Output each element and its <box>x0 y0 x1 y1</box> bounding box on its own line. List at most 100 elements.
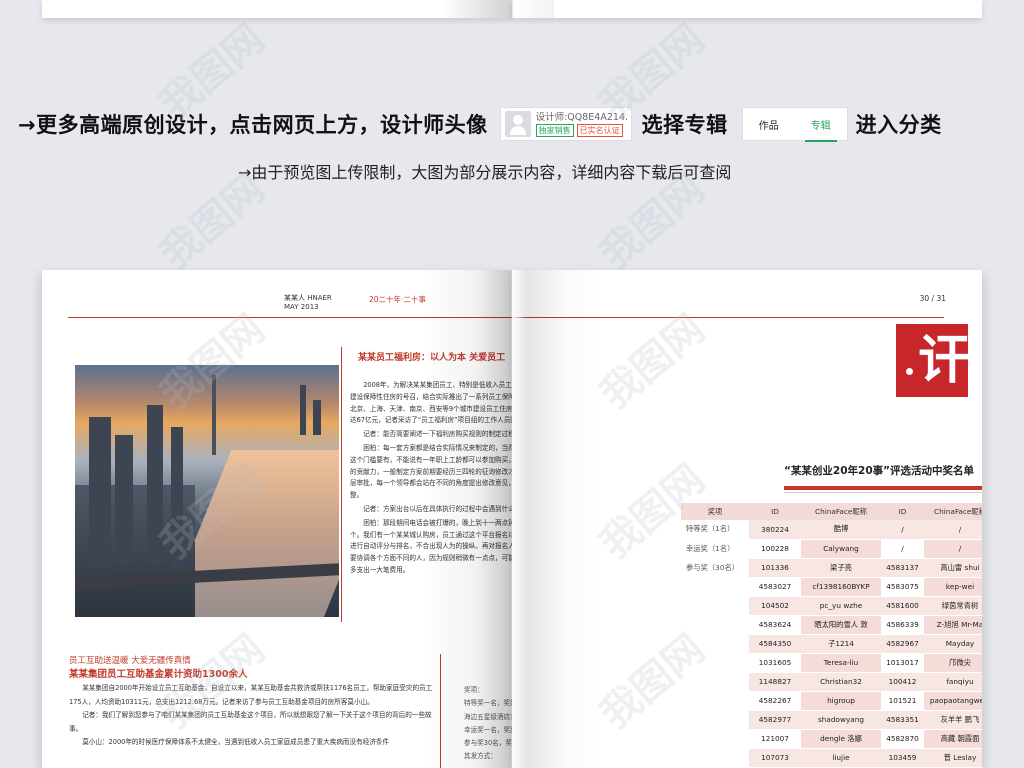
cell-prize <box>681 672 749 692</box>
left-page: 某某人 HNAER MAY 2013 20二十年·二十事 某某员工福利房：以人为… <box>42 270 512 768</box>
right-page: 30 / 31 讦 “某某创业20年20事”评选活动中奖名单 奖项 ID Chi… <box>512 270 982 768</box>
cell-id: 4583624 <box>749 615 801 635</box>
cell-nickname-2: 绿茵常青树 <box>924 596 982 616</box>
cell-id-2: 101521 <box>881 691 924 711</box>
cell-id: 107073 <box>749 748 801 768</box>
cell-nickname: Calywang <box>801 539 881 559</box>
table-row: 4584350 子1214 4582967 Mayday <box>681 634 982 654</box>
header-divider <box>512 317 944 318</box>
instruction-text-3: 进入分类 <box>855 113 942 137</box>
cell-nickname: pc_yu wzhe <box>801 596 881 616</box>
cell-id: 4584350 <box>749 634 801 654</box>
section-paragraph: 莫小山：2000年的时候医疗保障体系不太健全，当遇到低收入员工家庭成员患了重大疾… <box>82 738 390 746</box>
section-body: 某某集团自2000年开始设立员工互助基金，自设立以来，某某互助基金共救济或帮扶1… <box>69 682 434 750</box>
cell-nickname-2: 高藏 朝霞面 <box>924 729 982 749</box>
cell-prize <box>681 577 749 597</box>
tab-works[interactable]: 作品 <box>759 117 779 132</box>
cell-nickname-2: kep-wei <box>924 577 982 597</box>
prize-note: 参与奖30名，奖励海南三亚酒店3晚免费住宿。 <box>464 739 512 748</box>
cell-id-2: 4582870 <box>881 729 924 749</box>
cell-id: 101336 <box>749 558 801 578</box>
photo-tower-6 <box>313 400 321 435</box>
table-row: 4582977 shadowyang 4583351 灰羊羊 鹏飞 <box>681 710 982 730</box>
header-nickname: ChinaFace昵称 <box>801 503 881 520</box>
cell-prize <box>681 615 749 635</box>
cell-id: 4582267 <box>749 691 801 711</box>
cell-id-2: 4583137 <box>881 558 924 578</box>
magazine-issue: MAY 2013 <box>284 303 319 311</box>
cell-id-2: 4583351 <box>881 710 924 730</box>
cell-prize <box>681 596 749 616</box>
table-row: 104502 pc_yu wzhe 4581600 绿茵常青树 <box>681 596 982 616</box>
cell-id-2: 4586339 <box>881 615 924 635</box>
article-paragraph: 困柏：每一套方案都是结合实际情况来制定的，当然最基本的几个条件要有，比如工龄的这… <box>350 443 512 500</box>
cell-prize <box>681 653 749 673</box>
article-paragraph: 记者：能否简要阐述一下福利房购买规则的制定过程？ <box>363 430 512 439</box>
tabs-box: 作品 专辑 <box>741 107 848 142</box>
cell-nickname: liujie <box>801 748 881 768</box>
avatar-icon <box>504 111 531 137</box>
table-row: 4583624 晒太阳的雪人 敦 4586339 Z-旭旭 Mr-Ma <box>681 615 982 635</box>
cell-prize <box>681 634 749 654</box>
header-nickname-2: ChinaFace昵称 <box>924 503 982 520</box>
cell-prize <box>681 729 749 749</box>
badge-sales: 独家销售 <box>535 124 574 137</box>
cell-id-2: 4583075 <box>881 577 924 597</box>
cell-nickname: 子1214 <box>801 634 881 654</box>
header-theme: 20二十年·二十事 <box>369 295 426 304</box>
cell-prize <box>681 748 749 768</box>
previous-right-page <box>512 0 982 18</box>
article-title: 某某员工福利房：以人为本 关爱员工 <box>358 353 506 363</box>
section-title: 员工互助送温暖 大爱无疆传真情 <box>69 656 191 666</box>
logo-dot <box>906 368 913 375</box>
designer-card[interactable]: 设计师:QQ8E4A214... 独家销售 已实名认证 <box>499 107 632 141</box>
cell-nickname-2: paopaotangweiji <box>924 691 982 711</box>
prize-note: 海边五星级酒店） <box>464 712 512 721</box>
cell-nickname: 晒太阳的雪人 敦 <box>801 615 881 635</box>
cell-nickname: shadowyang <box>801 710 881 730</box>
photo-tower-3 <box>147 405 163 565</box>
section-divider <box>440 654 441 768</box>
cell-nickname: cf1398160BYKP <box>801 577 881 597</box>
table-row: 107073 liujie 103459 普 Leslay <box>681 748 982 768</box>
cell-nickname: dengle 洛娜 <box>801 729 881 749</box>
instruction-subtext: →由于预览图上传限制，大图为部分展示内容，详细内容下载后可查阅 <box>238 163 732 182</box>
cell-id-2: / <box>881 520 924 540</box>
table-row: 4583027 cf1398160BYKP 4583075 kep-wei <box>681 577 982 597</box>
cell-nickname-2: fanqiyu <box>924 672 982 692</box>
cell-id: 121007 <box>749 729 801 749</box>
cell-nickname: higroup <box>801 691 881 711</box>
article-body: 2008年，为解决某某集团员工、特别是低收入员工的住房问题，某某集团积极响应国家… <box>350 380 512 579</box>
winners-title: “某某创业20年20事”评选活动中奖名单 <box>784 465 975 477</box>
brush-logo: 讦 <box>896 324 968 397</box>
cell-prize: 特等奖（1名） <box>681 520 749 540</box>
cell-nickname-2: Z-旭旭 Mr-Ma <box>924 615 982 635</box>
magazine-header: 某某人 HNAER MAY 2013 <box>284 294 332 312</box>
designer-info: 设计师:QQ8E4A214... 独家销售 已实名认证 <box>535 111 627 137</box>
cell-id: 104502 <box>749 596 801 616</box>
previous-book-spread <box>42 0 982 20</box>
cell-prize <box>681 691 749 711</box>
cell-prize: 幸运奖（1名） <box>681 539 749 559</box>
header-prize: 奖项 <box>681 503 749 520</box>
title-underline-thin <box>784 492 982 493</box>
article-paragraph: 困柏：那段期间电话会被打爆的，晚上到十一两点钟还会有人打电话来，抱怨这个抱怨那个… <box>350 518 512 574</box>
photo-tower-5 <box>300 385 306 435</box>
title-underline <box>784 486 982 490</box>
cell-id-2: / <box>881 539 924 559</box>
section-subtitle: 某某集团员工互助基金累计资助1300余人 <box>69 669 248 680</box>
winners-table: 奖项 ID ChinaFace昵称 ID ChinaFace昵称 特等奖（1名）… <box>681 503 982 768</box>
photo-tower-4 <box>171 427 183 567</box>
cell-nickname: 梁子亮 <box>801 558 881 578</box>
article-border <box>341 347 342 622</box>
page-number: 30 / 31 <box>919 294 946 303</box>
cell-nickname: 酷博 <box>801 520 881 540</box>
cell-id: 1031605 <box>749 653 801 673</box>
cell-id-2: 103459 <box>881 748 924 768</box>
table-row: 参与奖（30名） 101336 梁子亮 4583137 高山雷 shui <box>681 558 982 578</box>
instruction-row: →更多高端原创设计，点击网页上方，设计师头像 设计师:QQ8E4A214... … <box>18 106 942 142</box>
table-row: 4582267higroup101521paopaotangweiji <box>681 691 982 711</box>
prize-note: 幸运奖一名，奖励国内任意航段往返机票1张。 <box>464 725 512 734</box>
table-row: 121007 dengle 洛娜 4582870 高藏 朝霞面 <box>681 729 982 749</box>
tab-album[interactable]: 专辑 <box>804 117 837 142</box>
